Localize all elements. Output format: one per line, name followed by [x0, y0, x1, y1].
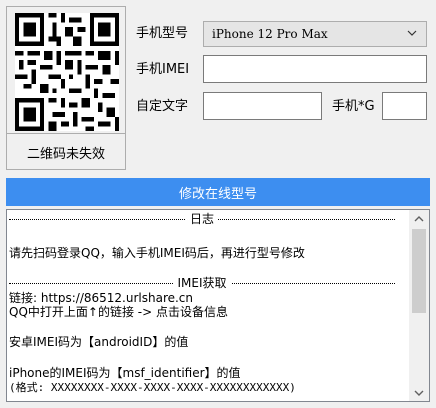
arrow-down-icon [414, 390, 424, 396]
modify-model-button[interactable]: 修改在线型号 [6, 178, 430, 206]
log-line: (格式: XXXXXXXX-XXXX-XXXX-XXXX-XXXXXXXXXXX… [9, 381, 296, 394]
phone-g-label: 手机*G [332, 99, 375, 114]
chevron-down-icon [407, 30, 417, 36]
log-line: iPhone的IMEI码为【msf_identifier】的值 [9, 366, 241, 380]
custom-text-field[interactable] [203, 92, 322, 120]
qr-code-image[interactable] [15, 13, 119, 131]
qr-panel: 二维码未失效 [6, 6, 126, 170]
scroll-up-button[interactable] [409, 210, 429, 227]
arrow-up-icon [414, 215, 424, 221]
qr-status: 二维码未失效 [7, 133, 125, 170]
log-header: 日志 [185, 212, 218, 226]
log-line: 请先扫码登录QQ，输入手机IMEI码后，再进行型号修改 [9, 246, 305, 260]
imei-header: IMEI获取 [173, 276, 231, 290]
imei-header-divider: IMEI获取 [9, 276, 395, 290]
phone-g-field[interactable] [382, 92, 427, 120]
log-line: QQ中打开上面↑的链接 -> 点击设备信息 [9, 305, 228, 319]
log-header-divider: 日志 [9, 212, 395, 226]
model-label: 手机型号 [136, 26, 189, 41]
scroll-thumb[interactable] [412, 229, 426, 313]
imei-field[interactable] [203, 55, 427, 83]
log-scrollbar[interactable] [409, 210, 429, 401]
log-line: 链接: https://86512.urlshare.cn [9, 291, 194, 305]
log-content: 日志 请先扫码登录QQ，输入手机IMEI码后，再进行型号修改 IMEI获取 链接… [7, 210, 409, 401]
custom-text-label: 自定文字 [136, 99, 189, 114]
model-select[interactable]: iPhone 12 Pro Max [203, 21, 427, 47]
scroll-down-button[interactable] [409, 384, 429, 401]
log-panel[interactable]: 日志 请先扫码登录QQ，输入手机IMEI码后，再进行型号修改 IMEI获取 链接… [6, 209, 430, 402]
imei-label: 手机IMEI [136, 62, 190, 77]
model-select-value: iPhone 12 Pro Max [212, 27, 328, 41]
log-line: 安卓IMEI码为【androidID】的值 [9, 335, 189, 349]
